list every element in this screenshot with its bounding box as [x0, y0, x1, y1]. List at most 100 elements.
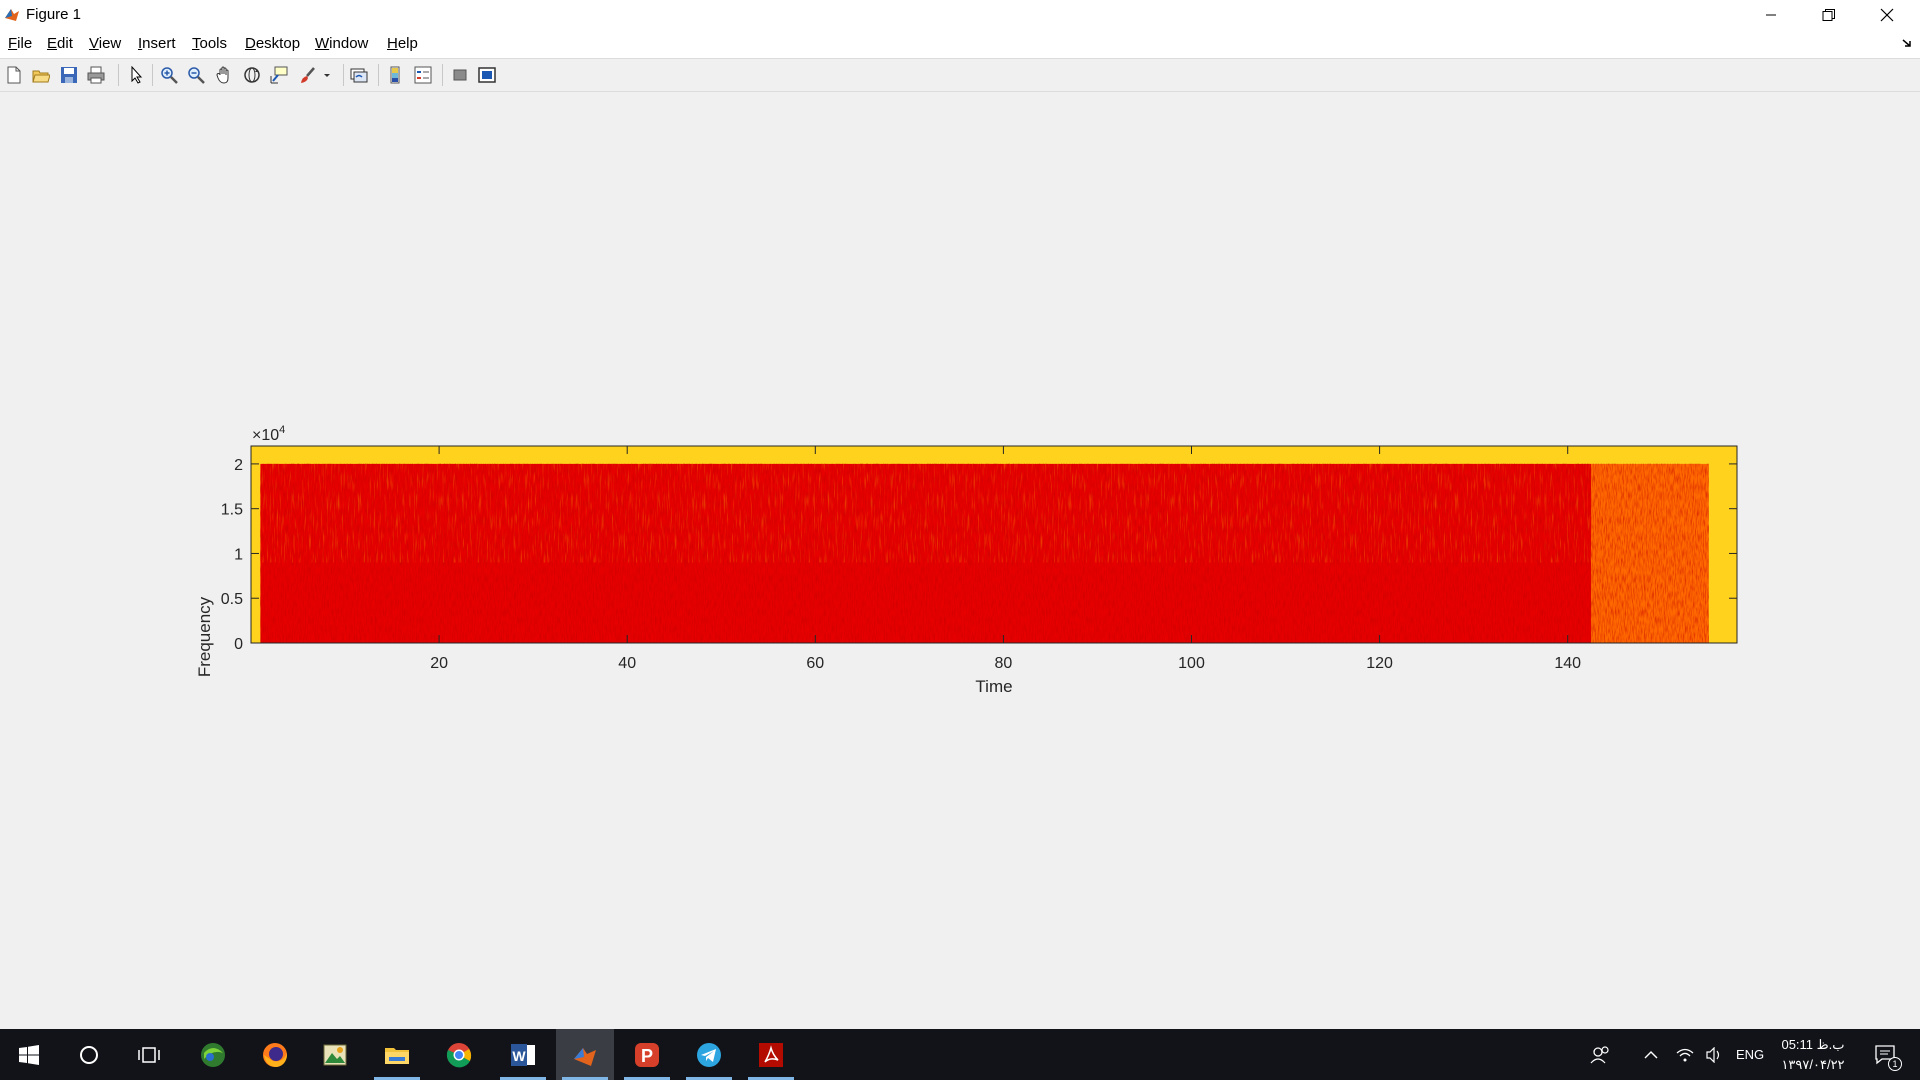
taskbar-app-image[interactable] — [306, 1029, 364, 1080]
menu-insert[interactable]: Insert — [138, 35, 176, 52]
menu-view[interactable]: View — [89, 35, 121, 52]
x-tick-label: 120 — [1366, 655, 1393, 672]
heatmap-image — [251, 446, 1737, 643]
y-tick-label: 2 — [234, 457, 243, 474]
new-figure-icon — [7, 66, 21, 84]
windows-start-icon — [19, 1044, 39, 1065]
clock-time[interactable]: 05:11 ب.ظ — [1778, 1037, 1848, 1053]
menu-edit[interactable]: Edit — [47, 35, 73, 52]
volume-button[interactable] — [1700, 1029, 1730, 1080]
title-bar: Figure 1 — [0, 0, 1920, 30]
zoom-out-button[interactable] — [184, 63, 208, 87]
menu-desktop[interactable]: Desktop — [245, 35, 300, 52]
zoom-in-icon — [161, 67, 178, 84]
window-title: Figure 1 — [26, 6, 82, 23]
y-exponent-label: ×104 — [252, 424, 285, 444]
restore-button[interactable] — [1800, 0, 1858, 30]
x-tick-label: 140 — [1554, 655, 1581, 672]
cortana-button[interactable] — [60, 1029, 118, 1080]
brush-dropdown[interactable] — [320, 63, 334, 87]
clock-date[interactable]: ۱۳۹۷/۰۴/۲۲ — [1774, 1057, 1852, 1073]
taskbar-app-acrobat[interactable] — [742, 1029, 800, 1080]
psiphon-icon: P — [635, 1042, 659, 1067]
brush-icon — [301, 67, 315, 83]
open-file-icon — [32, 70, 50, 83]
menu-file[interactable]: File — [8, 35, 32, 52]
menu-help[interactable]: Help — [387, 35, 418, 52]
toolbar-separator — [152, 64, 153, 86]
chrome-icon — [446, 1042, 472, 1067]
show-hidden-icons-button[interactable] — [1636, 1029, 1666, 1080]
hide-plot-tools-button[interactable] — [448, 63, 472, 87]
taskbar-app-word[interactable]: W — [494, 1029, 552, 1080]
taskbar-app-firefox[interactable] — [246, 1029, 304, 1080]
people-button[interactable] — [1580, 1029, 1620, 1080]
toolbar-separator — [343, 64, 344, 86]
matlab-icon — [574, 1047, 596, 1066]
taskbar-app-psiphon[interactable]: P — [618, 1029, 676, 1080]
start-button[interactable] — [0, 1029, 58, 1080]
telegram-icon — [697, 1042, 721, 1067]
print-button[interactable] — [84, 63, 108, 87]
svg-text:W: W — [512, 1048, 526, 1064]
taskbar-app-matlab[interactable] — [556, 1029, 614, 1080]
file-explorer-icon — [385, 1047, 409, 1064]
insert-legend-button[interactable] — [411, 63, 435, 87]
new-figure-button[interactable] — [2, 63, 26, 87]
taskbar-app-explorer[interactable] — [368, 1029, 426, 1080]
open-file-button[interactable] — [29, 63, 53, 87]
close-icon — [1880, 8, 1894, 22]
show-plot-tools-icon — [478, 67, 496, 83]
taskbar-app-telegram[interactable] — [680, 1029, 738, 1080]
menu-tools[interactable]: Tools — [192, 35, 227, 52]
edit-plot-button[interactable] — [124, 63, 148, 87]
x-tick-label: 60 — [806, 655, 824, 672]
rotate-3d-button[interactable] — [240, 63, 264, 87]
link-plot-icon — [350, 68, 368, 83]
x-tick-label: 80 — [995, 655, 1013, 672]
insert-colorbar-button[interactable] — [384, 63, 408, 87]
minimize-button[interactable] — [1742, 0, 1800, 30]
acrobat-icon — [759, 1042, 783, 1067]
heatmap-region-texture — [1591, 463, 1709, 643]
y-tick-label: 0.5 — [221, 591, 243, 608]
zoom-in-button[interactable] — [157, 63, 181, 87]
chevron-up-icon — [1644, 1050, 1658, 1058]
brush-button[interactable] — [296, 63, 320, 87]
heatmap-region-highlight — [260, 463, 1592, 563]
close-button[interactable] — [1858, 0, 1916, 30]
save-button[interactable] — [57, 63, 81, 87]
figure-toolbar — [0, 59, 1920, 92]
spectrogram-plot[interactable]: 20 40 60 80 100 120 140 0 0.5 1 1.5 2 ×104 Time Fre… — [0, 92, 1920, 1029]
data-cursor-button[interactable] — [267, 63, 291, 87]
x-axis-label: Time — [975, 677, 1012, 696]
cortana-icon — [80, 1045, 98, 1064]
figure-canvas: 20 40 60 80 100 120 140 0 0.5 1 1.5 2 ×104 Time Fre… — [0, 92, 1920, 1029]
insert-colorbar-icon — [390, 66, 400, 84]
task-view-icon — [138, 1046, 160, 1063]
link-plot-button[interactable] — [347, 63, 371, 87]
dock-arrow-icon[interactable] — [1902, 38, 1912, 48]
hide-plot-tools-icon — [453, 69, 467, 81]
chevron-down-icon — [324, 74, 330, 77]
pan-button[interactable] — [212, 63, 236, 87]
insert-legend-icon — [414, 66, 432, 84]
wifi-icon — [1676, 1048, 1694, 1061]
firefox-icon — [263, 1042, 287, 1067]
restore-icon — [1822, 9, 1835, 21]
taskbar-app-chrome[interactable] — [430, 1029, 488, 1080]
network-button[interactable] — [1670, 1029, 1700, 1080]
language-indicator[interactable]: ENG — [1736, 1047, 1764, 1062]
volume-icon — [1706, 1046, 1720, 1063]
action-center-button[interactable]: 1 — [1862, 1029, 1910, 1080]
show-plot-tools-button[interactable] — [475, 63, 499, 87]
x-tick-label: 100 — [1178, 655, 1205, 672]
matlab-logo-icon — [4, 6, 20, 22]
taskbar-app-edge[interactable] — [184, 1029, 242, 1080]
save-icon — [61, 67, 77, 83]
minimize-icon — [1766, 14, 1776, 16]
task-view-button[interactable] — [120, 1029, 178, 1080]
y-tick-label: 1 — [234, 546, 243, 563]
rotate-3d-icon — [244, 67, 260, 83]
menu-window[interactable]: Window — [315, 35, 368, 52]
